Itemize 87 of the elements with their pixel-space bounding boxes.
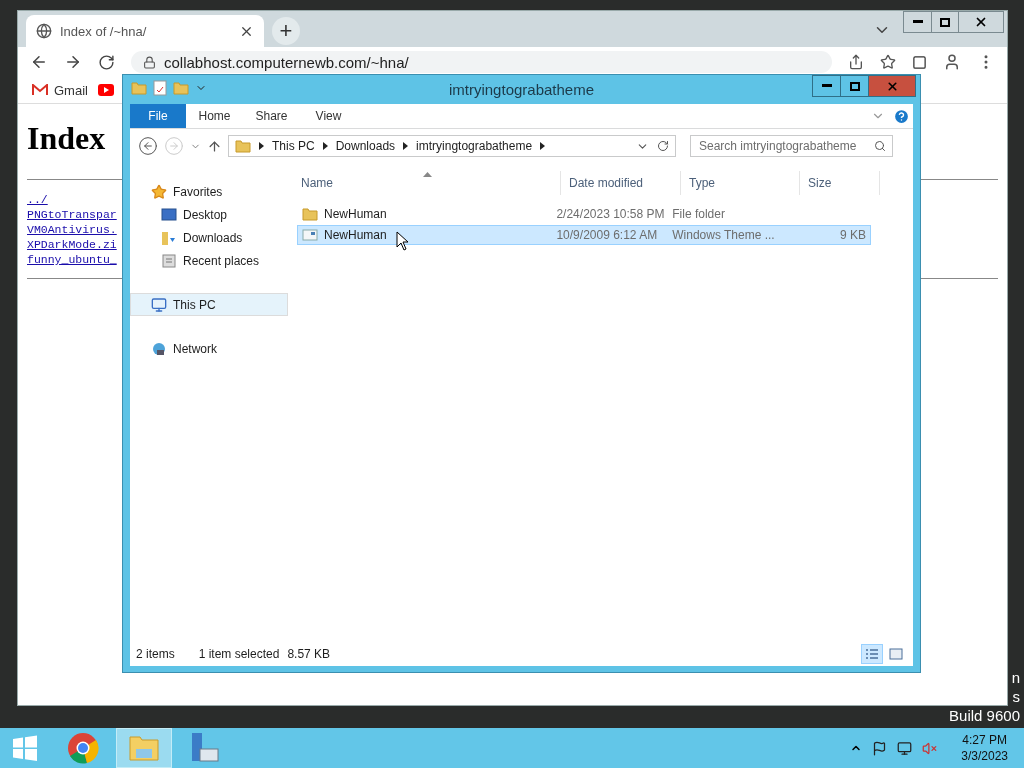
clock[interactable]: 4:27 PM 3/3/2023 (961, 732, 1008, 764)
mail-icon (32, 84, 48, 96)
lock-icon (143, 55, 156, 69)
type-cell: File folder (672, 207, 725, 221)
network-icon (151, 340, 167, 357)
date-cell: 10/9/2009 6:12 AM (556, 228, 658, 242)
search-icon (874, 140, 886, 152)
chevron-icon (259, 142, 264, 150)
type-cell: Windows Theme ... (672, 228, 775, 242)
address-bar[interactable]: This PC Downloads imtryingtograbatheme (228, 135, 676, 157)
theme-file-icon (302, 227, 318, 243)
file-link[interactable]: ../ (27, 192, 48, 207)
tiles-icon (889, 648, 903, 660)
chevron-icon (322, 142, 328, 150)
nav-item[interactable]: Desktop (130, 203, 288, 226)
up-icon[interactable] (207, 138, 222, 154)
window-icon[interactable] (912, 54, 927, 70)
nav-item[interactable]: Network (130, 337, 288, 360)
breadcrumb[interactable]: imtryingtograbatheme (416, 139, 533, 153)
computer-icon (151, 296, 167, 313)
globe-icon (36, 23, 52, 39)
flag-icon[interactable] (872, 740, 888, 756)
column-header[interactable]: Date modified (561, 171, 681, 195)
browser-tab[interactable]: Index of /~hna/ (26, 15, 264, 47)
file-name: NewHuman (324, 207, 387, 221)
back-icon[interactable] (138, 136, 158, 156)
window-title: imtryingtograbatheme (448, 81, 595, 98)
video-icon[interactable] (97, 84, 114, 96)
nav-item[interactable]: Downloads (130, 226, 288, 249)
bookmark-star-icon[interactable] (880, 54, 896, 70)
folder-icon (131, 80, 147, 96)
chevron-icon (540, 142, 546, 150)
sort-arrow-icon (422, 172, 432, 177)
file-link[interactable]: PNGtoTranspar (27, 207, 117, 222)
address-bar[interactable]: collabhost.computernewb.com/~hna/ (131, 51, 832, 73)
help-icon[interactable] (893, 107, 910, 125)
nav-item[interactable]: Recent places (130, 249, 288, 272)
column-header[interactable]: Type (681, 171, 800, 195)
file-link[interactable]: funny_ubuntu_ (27, 252, 117, 267)
file-row[interactable]: NewHuman 2/24/2023 10:58 PM File folder (297, 204, 871, 224)
desktop-text: n (1011, 668, 1020, 687)
breadcrumb[interactable]: This PC (272, 139, 315, 153)
search-field[interactable]: Search imtryingtograbatheme (690, 135, 893, 157)
star-icon (151, 183, 167, 200)
network-icon[interactable] (897, 740, 913, 756)
volume-muted-icon[interactable] (922, 740, 938, 756)
folder-icon (235, 138, 251, 154)
profile-icon[interactable] (943, 53, 961, 71)
reload-icon[interactable] (98, 53, 115, 71)
download-folder-icon (161, 229, 177, 246)
details-view-button[interactable] (861, 644, 883, 664)
maximize-icon[interactable] (849, 81, 860, 91)
file-row[interactable]: NewHuman 10/9/2009 6:12 AM Windows Theme ... 9 KB (297, 225, 871, 245)
desktop-text: s (1012, 687, 1020, 706)
date-cell: 2/24/2023 10:58 PM (556, 207, 665, 221)
refresh-icon[interactable] (657, 140, 669, 152)
nav-item[interactable]: Favorites (130, 180, 288, 203)
folder-icon (302, 206, 318, 222)
properties-icon[interactable] (153, 80, 167, 96)
close-icon[interactable] (974, 15, 988, 29)
breadcrumb[interactable]: Downloads (335, 139, 396, 153)
desktop-text: Build 9600 (949, 706, 1020, 725)
size-cell: 9 KB (840, 228, 866, 242)
back-icon[interactable] (30, 53, 48, 71)
status-text: 1 item selected 8.57 KB (198, 647, 331, 661)
minimize-icon[interactable] (821, 84, 832, 88)
column-header[interactable]: Size (800, 171, 880, 195)
file-name: NewHuman (324, 228, 387, 242)
recent-places-icon (161, 252, 177, 269)
page-heading: Index (27, 120, 106, 157)
status-text: 2 items (136, 647, 175, 661)
minimize-icon[interactable] (912, 20, 923, 24)
cursor-icon (396, 231, 409, 251)
file-link[interactable]: XPDarkMode.zi (27, 237, 117, 252)
chevron-icon (403, 142, 409, 150)
new-tab-button[interactable]: + (272, 17, 300, 45)
maximize-icon[interactable] (940, 17, 950, 27)
desktop-icon (161, 207, 177, 222)
bookmark-item[interactable]: Gmail (32, 82, 88, 98)
windows-logo-icon (12, 735, 38, 761)
column-header[interactable]: Name (293, 171, 561, 195)
nav-item[interactable]: This PC (130, 293, 288, 316)
forward-icon[interactable] (64, 53, 82, 71)
browser-icon[interactable] (67, 732, 99, 764)
list-icon (865, 648, 879, 660)
share-icon[interactable] (848, 54, 864, 70)
file-link[interactable]: VM0Antivirus. (27, 222, 117, 237)
